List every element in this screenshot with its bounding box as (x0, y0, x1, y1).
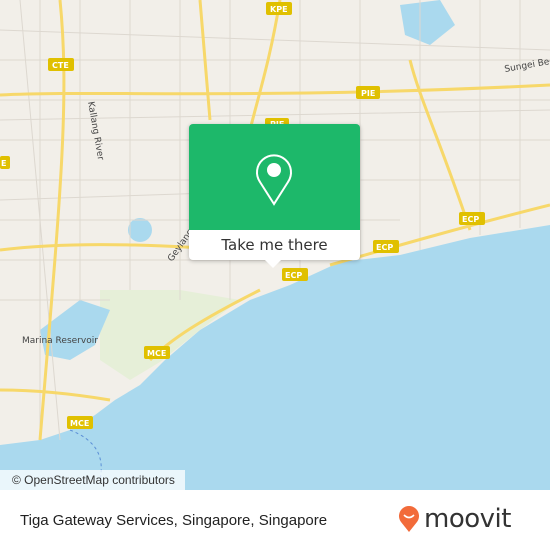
place-name: Tiga Gateway Services, Singapore, Singap… (20, 512, 328, 529)
label-marina-reservoir: Marina Reservoir (22, 336, 98, 346)
shield-pie: PIE (361, 89, 375, 98)
moovit-logo: moovit (398, 504, 511, 534)
shield-edge: E (1, 159, 6, 168)
popup-header (189, 124, 360, 230)
shield-cte: CTE (52, 61, 69, 70)
moovit-pin-icon (399, 506, 419, 532)
shield-ecp: ECP (462, 215, 479, 224)
shield-ecp-2: ECP (376, 243, 393, 252)
pond (128, 218, 152, 242)
map-pin-icon (256, 154, 292, 206)
location-popup: Take me there (189, 124, 360, 268)
shield-mce: MCE (147, 349, 166, 358)
map-attribution[interactable]: © OpenStreetMap contributors (0, 470, 185, 490)
map[interactable]: KPE CTE PIE PIE ECP ECP ECP MCE MCE E Ma… (0, 0, 550, 490)
popup-pointer (265, 260, 281, 268)
take-me-there-button[interactable]: Take me there (189, 230, 360, 260)
shield-mce-2: MCE (70, 419, 89, 428)
reclaimed-land (100, 290, 240, 380)
shield-kpe: KPE (270, 5, 288, 14)
footer: Tiga Gateway Services, Singapore, Singap… (0, 490, 550, 550)
moovit-wordmark: moovit (424, 504, 511, 534)
shield-ecp-3: ECP (285, 271, 302, 280)
